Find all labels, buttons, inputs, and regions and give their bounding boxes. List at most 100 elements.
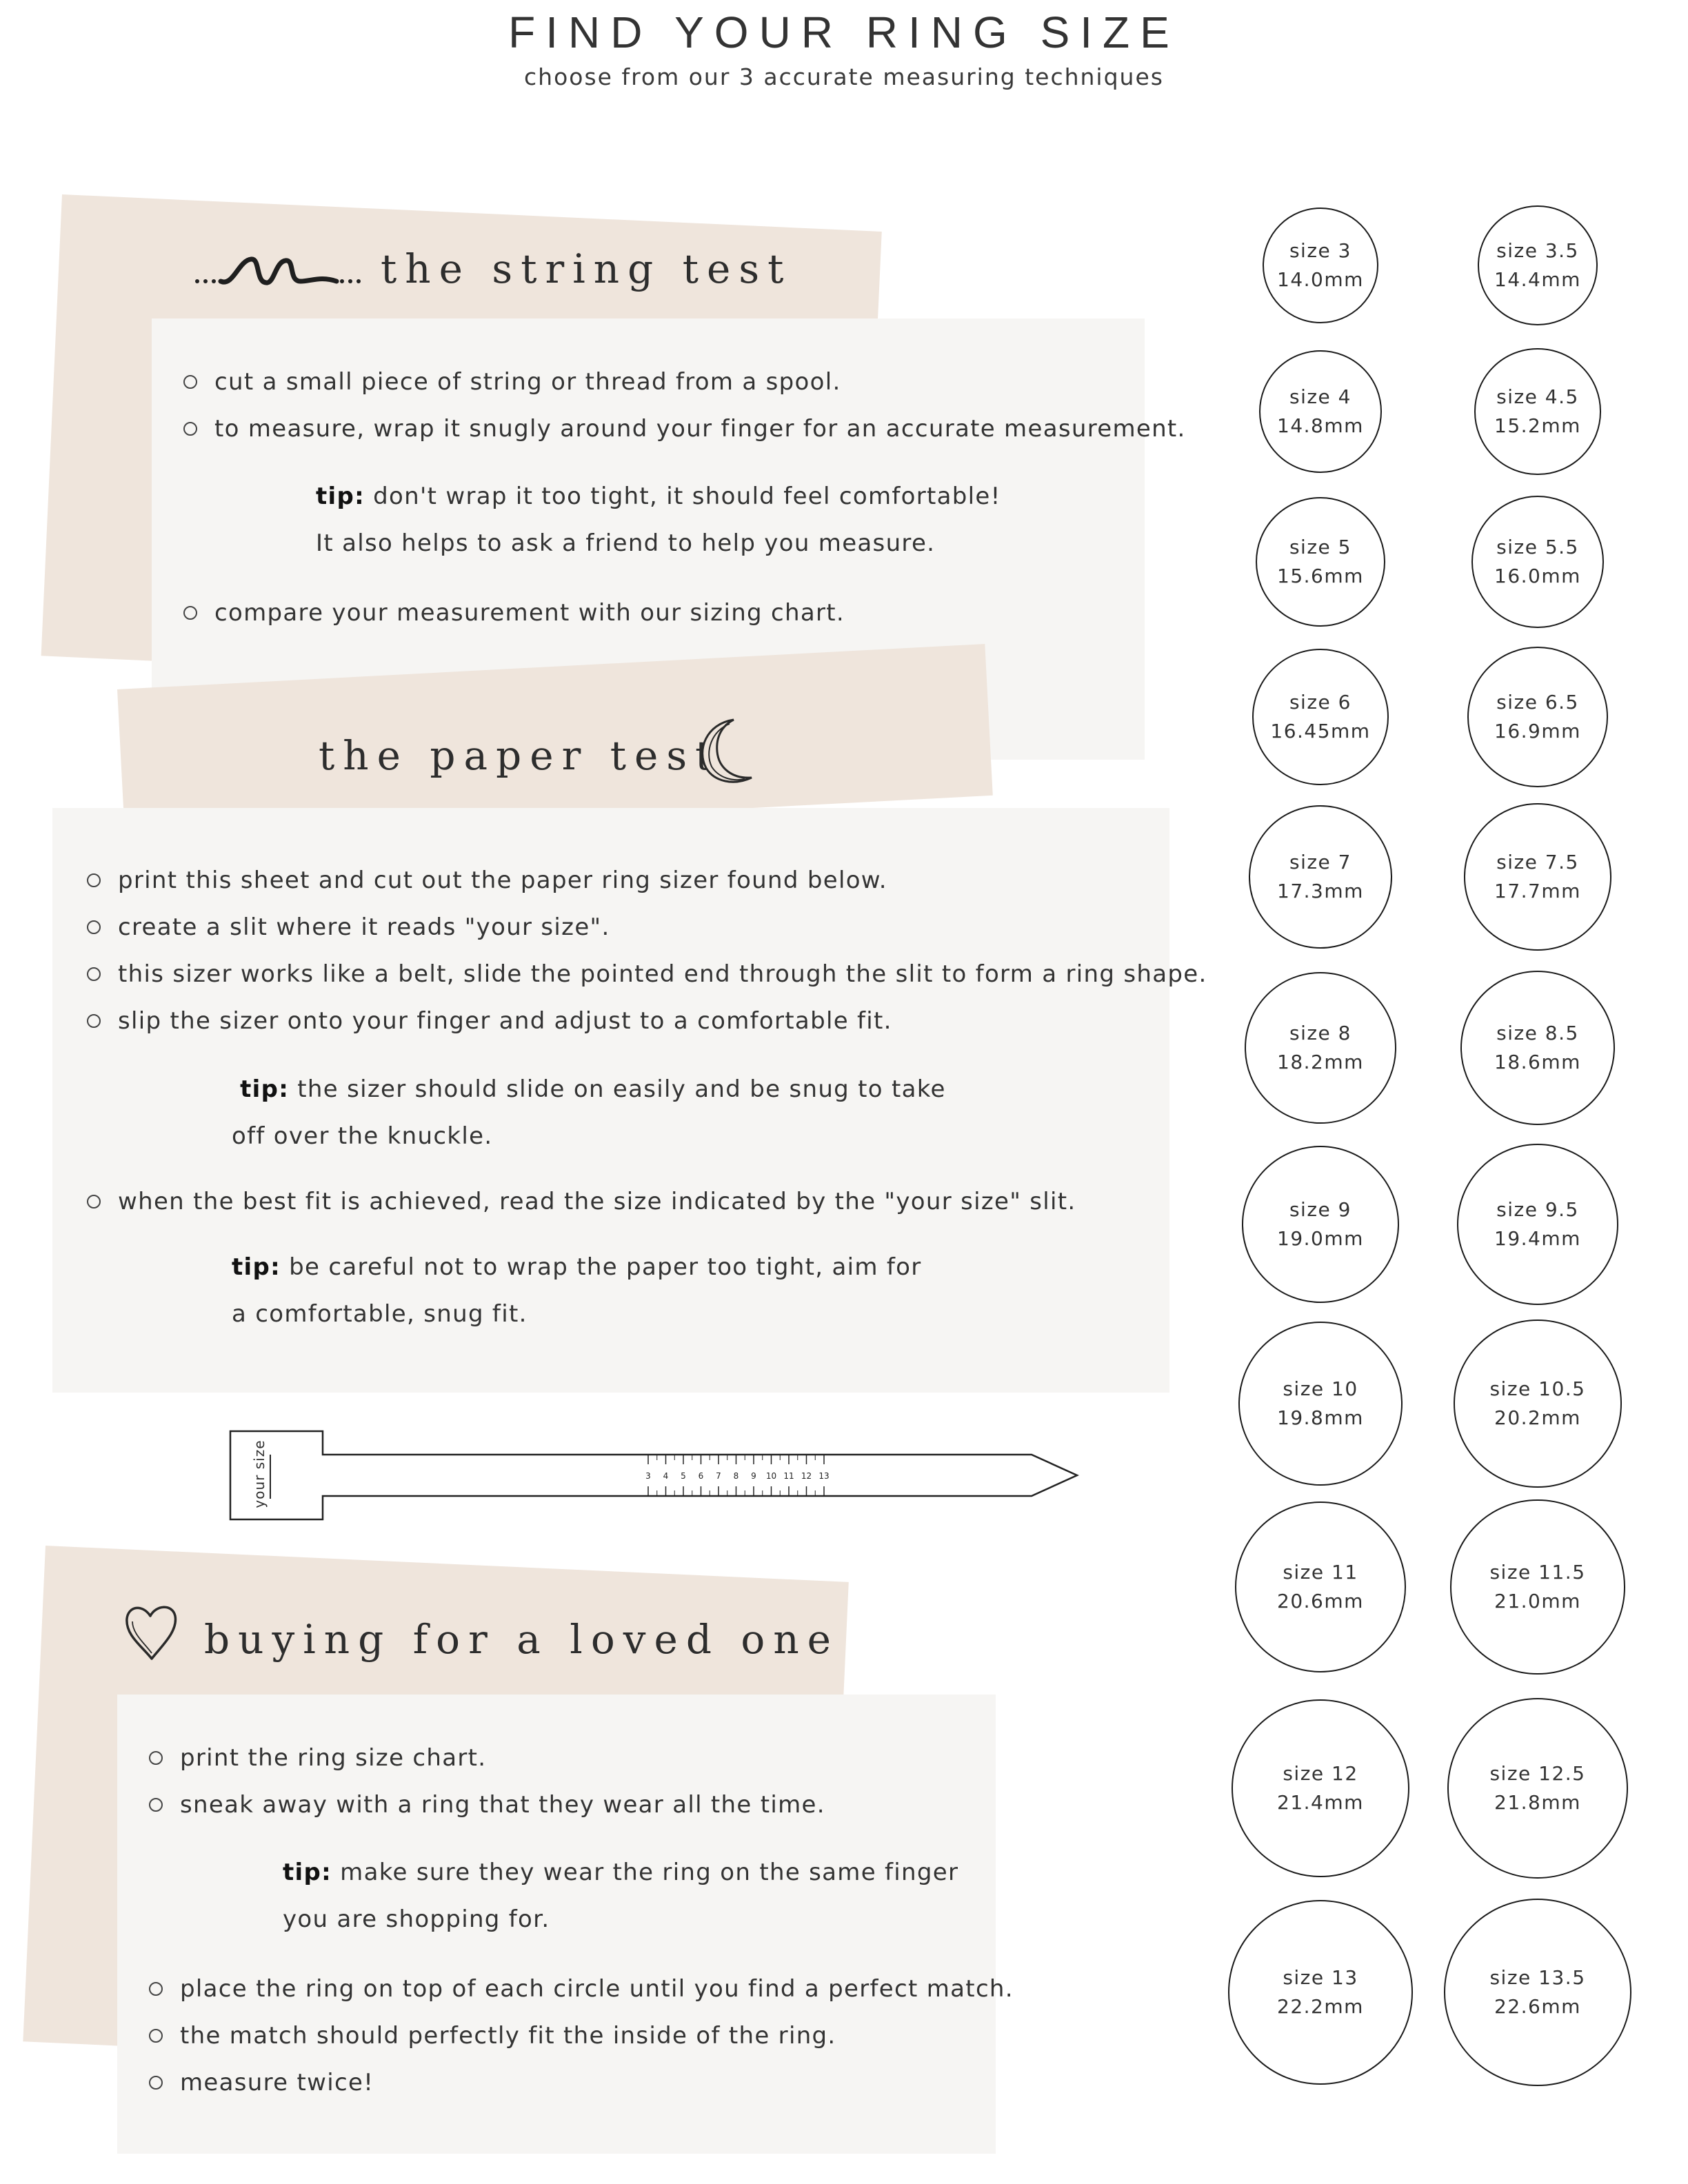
ring-size-mm: 21.0mm [1494,1589,1581,1612]
ring-size-label: size 12 [1283,1761,1358,1785]
tip-text: make sure they wear the ring on the same… [340,1859,959,1886]
ring-size-mm: 17.3mm [1277,879,1364,902]
ring-size-label: size 7 [1289,850,1352,873]
ring-size-label: size 8 [1289,1021,1352,1044]
ring-size-label: size 7.5 [1496,850,1579,873]
list-item: create a slit where it reads "your size"… [87,916,1207,939]
ring-size-mm: 21.4mm [1277,1790,1364,1814]
list-item: print this sheet and cut out the paper r… [87,869,1207,892]
list-item: sneak away with a ring that they wear al… [149,1793,825,1817]
page-subtitle: choose from our 3 accurate measuring tec… [524,63,1164,90]
paper-test-steps: print this sheet and cut out the paper r… [87,869,1207,1033]
ring-size-mm: 21.8mm [1494,1790,1581,1814]
ring-size-label: size 3.5 [1496,239,1579,262]
string-test-steps: cut a small piece of string or thread fr… [183,370,1186,441]
ring-size-mm: 18.2mm [1277,1050,1364,1073]
ring-size-mm: 19.8mm [1277,1406,1364,1429]
ring-size-mm: 16.45mm [1270,719,1371,742]
ring-size-circle: size 11 20.6mm [1234,1501,1407,1673]
ring-size-circle: size 7 17.3mm [1248,805,1393,949]
tip-text: off over the knuckle. [232,1122,493,1150]
ring-size-label: size 5 [1289,535,1352,558]
ring-size-label: size 4 [1289,385,1352,408]
ring-size-mm: 19.4mm [1494,1226,1581,1250]
sizer-your-size-label: your size [251,1439,268,1508]
heart-icon [125,1606,177,1660]
paper-test-tip-1: tip: the sizer should slide on easily an… [232,1066,946,1160]
ring-size-label: size 10.5 [1489,1377,1586,1400]
ring-size-mm: 20.2mm [1494,1406,1581,1429]
ring-size-circle: size 8.5 18.6mm [1460,970,1616,1126]
ring-size-circle: size 4 14.8mm [1258,350,1383,474]
ring-size-label: size 4.5 [1496,385,1579,408]
list-item: slip the sizer onto your finger and adju… [87,1009,1207,1033]
ring-size-mm: 15.6mm [1277,564,1364,587]
list-item: cut a small piece of string or thread fr… [183,370,1186,394]
tip-text: you are shopping for. [283,1905,550,1933]
ring-size-mm: 20.6mm [1277,1589,1364,1612]
ruler-tick-label: 12 [801,1471,812,1481]
ring-size-circle: size 9 19.0mm [1241,1145,1400,1304]
loved-one-tip: tip: make sure they wear the ring on the… [283,1849,958,1943]
ring-size-circle: size 13.5 22.6mm [1443,1898,1632,2087]
ring-size-circle: size 4.5 15.2mm [1474,348,1601,475]
ring-size-circle: size 12.5 21.8mm [1447,1697,1629,1879]
ring-size-mm: 16.9mm [1494,719,1581,742]
tip-text: be careful not to wrap the paper too tig… [289,1253,922,1281]
list-item: measure twice! [149,2071,1014,2094]
moon-icon [701,718,752,783]
ring-size-label: size 6 [1289,690,1352,714]
ring-size-circle: size 5.5 16.0mm [1471,495,1605,629]
ring-size-label: size 10 [1283,1377,1358,1400]
ring-size-label: size 13.5 [1489,1965,1586,1989]
loved-one-title: buying for a loved one [204,1616,840,1663]
ring-size-circle: size 10 19.8mm [1238,1321,1403,1486]
paper-ring-sizer: 3 4 5 6 7 8 9 10 11 12 13 [229,1430,1080,1521]
list-item: when the best fit is achieved, read the … [87,1190,1076,1213]
ring-size-mm: 18.6mm [1494,1050,1581,1073]
paper-test-steps-b: when the best fit is achieved, read the … [87,1190,1076,1213]
ring-size-label: size 11.5 [1489,1560,1586,1584]
ring-size-circle: size 3 14.0mm [1262,207,1379,324]
list-item: print the ring size chart. [149,1746,825,1770]
ring-size-label: size 13 [1283,1965,1358,1989]
ring-size-mm: 15.2mm [1494,414,1581,437]
ring-size-label: size 9.5 [1496,1197,1579,1221]
ring-size-mm: 14.4mm [1494,267,1581,291]
list-item: the match should perfectly fit the insid… [149,2024,1014,2048]
list-item: compare your measurement with our sizing… [183,601,845,625]
ring-size-label: size 11 [1283,1560,1358,1584]
ring-size-circle: size 9.5 19.4mm [1457,1144,1618,1305]
tip-text: It also helps to ask a friend to help yo… [316,529,936,557]
ring-size-label: size 3 [1289,239,1352,262]
ruler-tick-label: 4 [663,1471,669,1481]
loved-one-steps: print the ring size chart. sneak away wi… [149,1746,825,1817]
paper-test-title: the paper test [319,732,720,779]
tip-label: tip: [316,483,365,510]
ring-size-circle: size 7.5 17.7mm [1464,803,1611,951]
loved-one-steps-b: place the ring on top of each circle unt… [149,1977,1014,2094]
ring-size-label: size 8.5 [1496,1021,1579,1044]
string-test-steps-b: compare your measurement with our sizing… [183,601,845,625]
list-item: place the ring on top of each circle unt… [149,1977,1014,2001]
ring-size-circle: size 8 18.2mm [1245,972,1396,1124]
ring-size-circle: size 11.5 21.0mm [1450,1499,1625,1675]
tip-text: the sizer should slide on easily and be … [297,1075,946,1103]
ruler-tick-label: 13 [818,1471,829,1481]
tip-text: don't wrap it too tight, it should feel … [373,483,1001,510]
ring-size-mm: 14.0mm [1277,267,1364,291]
tip-label: tip: [232,1253,281,1281]
ring-size-mm: 22.2mm [1277,1994,1364,2018]
ring-size-label: size 9 [1289,1197,1352,1221]
tip-text: a comfortable, snug fit. [232,1300,528,1328]
ring-size-label: size 6.5 [1496,690,1579,714]
ruler-tick-label: 10 [766,1471,776,1481]
tip-label: tip: [283,1859,332,1886]
ring-size-label: size 5.5 [1496,535,1579,558]
ruler-tick-label: 5 [681,1471,686,1481]
ring-size-mm: 16.0mm [1494,564,1581,587]
string-test-tip: tip: don't wrap it too tight, it should … [316,473,1001,567]
list-item: to measure, wrap it snugly around your f… [183,417,1186,441]
ruler-tick-label: 7 [716,1471,721,1481]
ring-size-mm: 17.7mm [1494,879,1581,902]
